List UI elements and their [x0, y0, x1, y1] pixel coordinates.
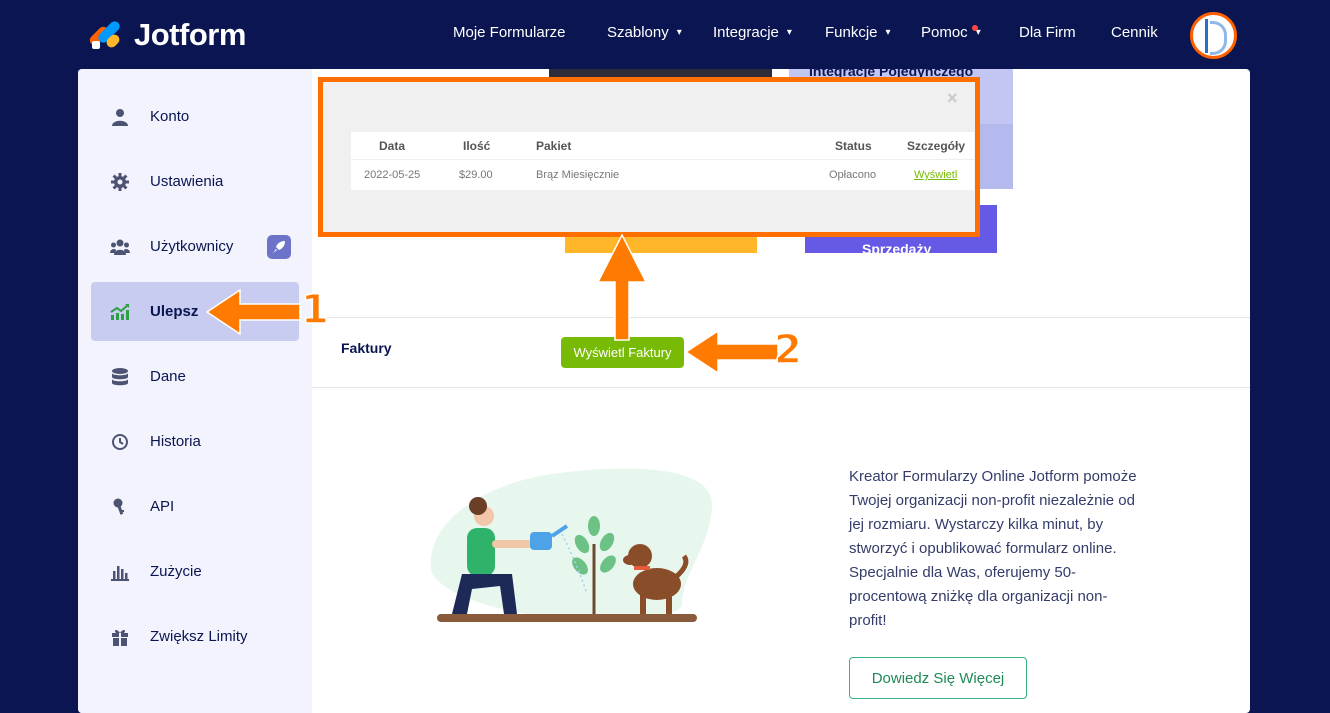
arrow-step-1-icon — [205, 288, 301, 336]
step-number-1: 1 — [300, 286, 329, 334]
step-number-2: 2 — [773, 326, 802, 374]
tutorial-annotations — [205, 233, 779, 375]
arrow-step-2-icon — [684, 329, 779, 375]
arrow-up-icon — [596, 233, 648, 341]
